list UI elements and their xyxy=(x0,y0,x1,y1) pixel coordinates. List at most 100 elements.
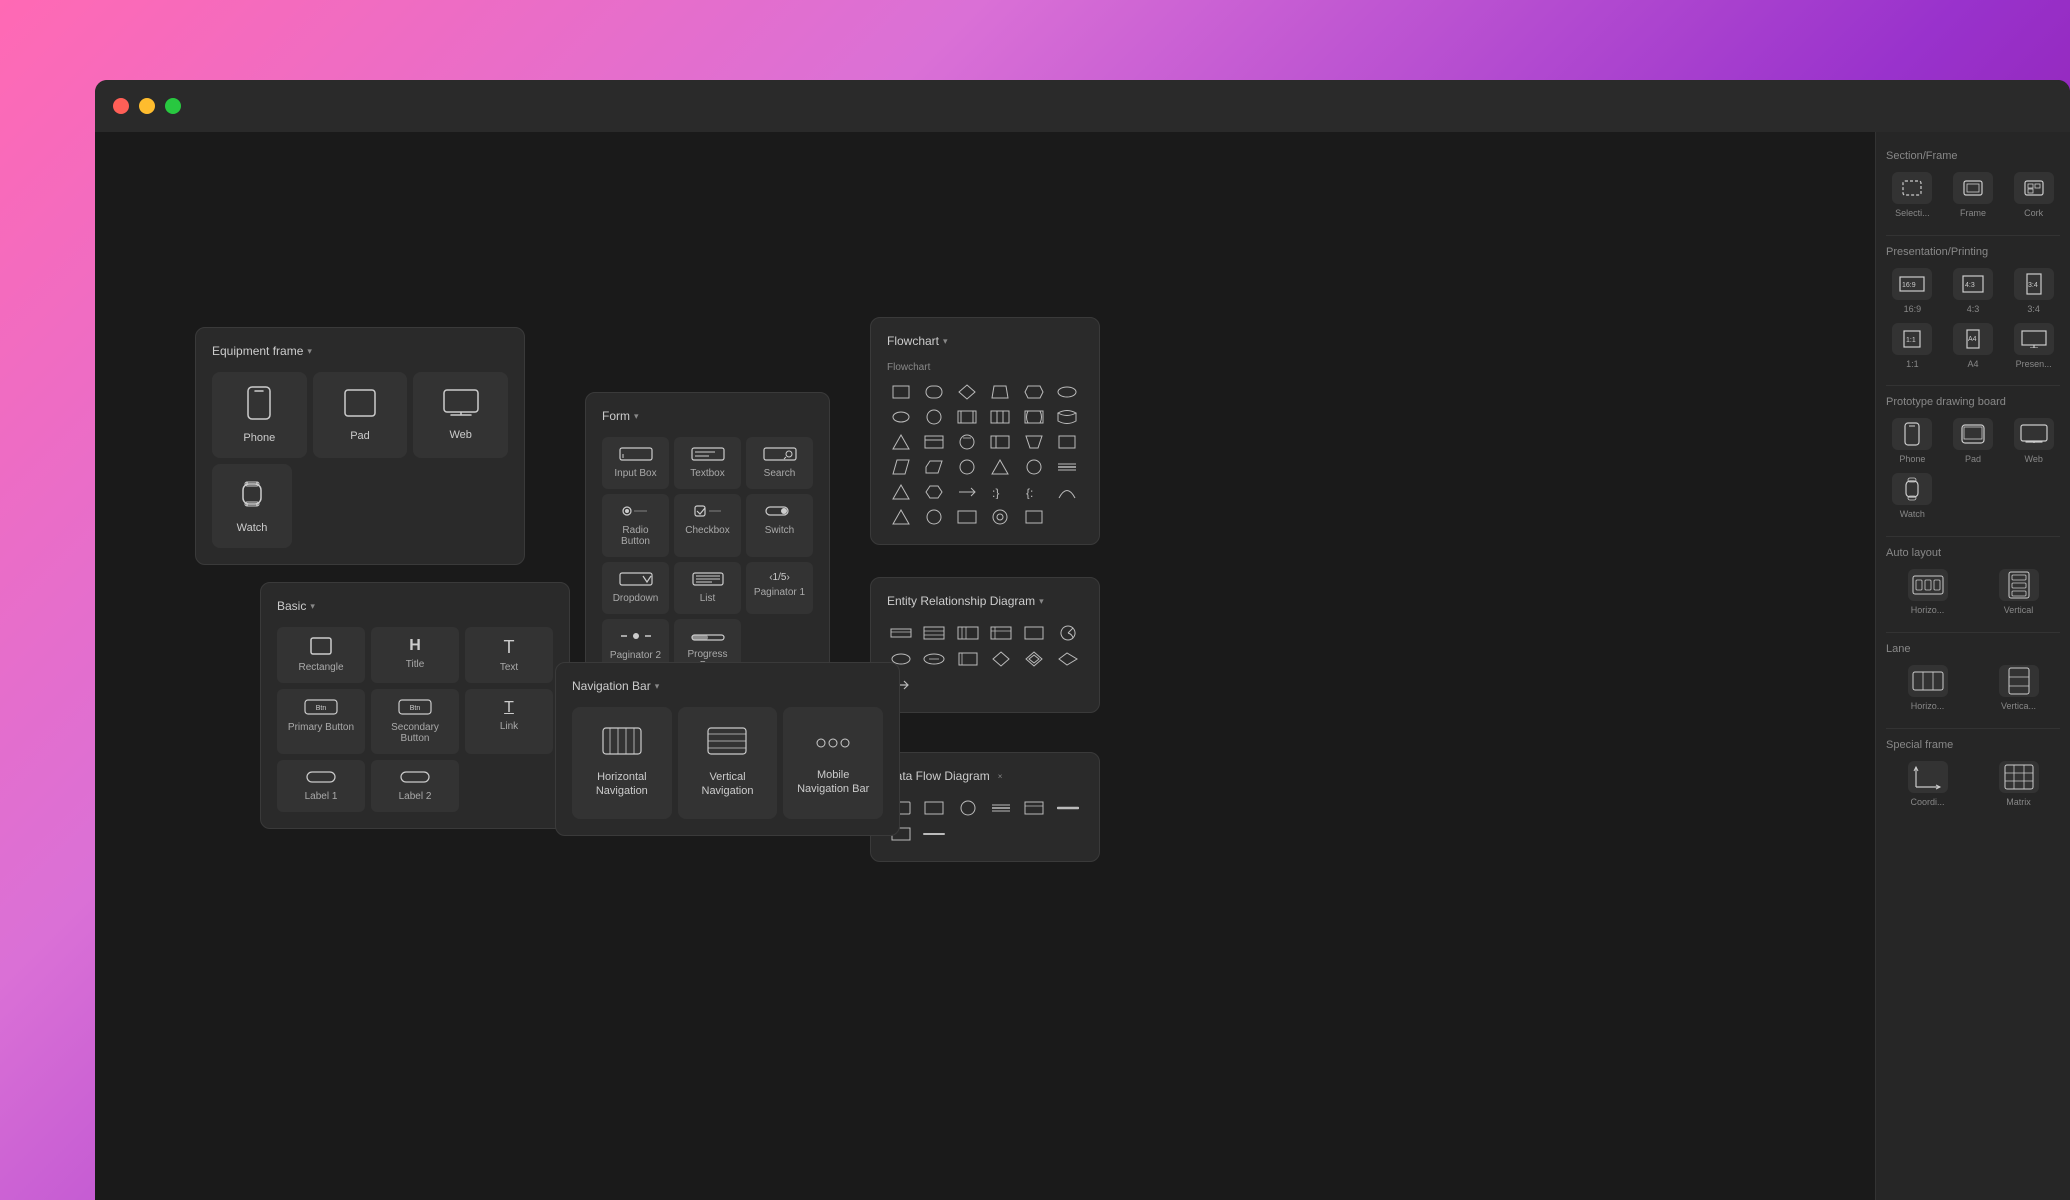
panel-cork[interactable]: Cork xyxy=(2007,172,2060,219)
fc-shape-32[interactable] xyxy=(920,506,948,528)
fc-shape-26[interactable] xyxy=(920,481,948,503)
fc-shape-15[interactable] xyxy=(953,431,981,453)
dfd-shape-2[interactable] xyxy=(920,797,948,819)
fc-shape-6[interactable] xyxy=(1053,381,1081,403)
panel-selection[interactable]: Selecti... xyxy=(1886,172,1939,219)
dfd-shape-4[interactable] xyxy=(987,797,1015,819)
dfd-shape-5[interactable] xyxy=(1020,797,1048,819)
basic-label2[interactable]: Label 2 xyxy=(371,760,459,812)
form-input-box[interactable]: Input Box xyxy=(602,437,669,489)
fc-shape-5[interactable] xyxy=(1020,381,1048,403)
close-button[interactable] xyxy=(113,98,129,114)
fc-shape-13[interactable] xyxy=(887,431,915,453)
erd-shape-2[interactable] xyxy=(920,622,948,644)
fc-shape-31[interactable] xyxy=(887,506,915,528)
fc-shape-29[interactable]: {: xyxy=(1020,481,1048,503)
fc-shape-11[interactable] xyxy=(1020,406,1048,428)
fc-shape-4[interactable] xyxy=(986,381,1014,403)
equipment-watch[interactable]: Watch xyxy=(212,464,292,548)
equipment-pad[interactable]: Pad xyxy=(313,372,408,458)
fc-shape-23[interactable] xyxy=(1020,456,1048,478)
fc-shape-12[interactable] xyxy=(1053,406,1081,428)
erd-shape-1[interactable] xyxy=(887,622,915,644)
fc-shape-27[interactable] xyxy=(953,481,981,503)
form-radio-button[interactable]: Radio Button xyxy=(602,494,669,557)
erd-shape-5[interactable] xyxy=(1020,622,1048,644)
fc-shape-8[interactable] xyxy=(920,406,948,428)
erd-arrow[interactable]: ▾ xyxy=(1039,596,1044,607)
equipment-web[interactable]: Web xyxy=(413,372,508,458)
form-textbox[interactable]: Textbox xyxy=(674,437,741,489)
panel-proto-web[interactable]: Web xyxy=(2007,418,2060,465)
fc-shape-20[interactable] xyxy=(920,456,948,478)
panel-4-3[interactable]: 4:3 4:3 xyxy=(1947,268,2000,315)
fc-shape-24[interactable] xyxy=(1053,456,1081,478)
form-dropdown[interactable]: Dropdown xyxy=(602,562,669,614)
fc-shape-17[interactable] xyxy=(1020,431,1048,453)
panel-16-9[interactable]: 16:9 16:9 xyxy=(1886,268,1939,315)
dfd-shape-6[interactable] xyxy=(1054,797,1082,819)
panel-frame[interactable]: Frame xyxy=(1947,172,2000,219)
panel-proto-pad[interactable]: Pad xyxy=(1947,418,2000,465)
panel-vert-layout[interactable]: Vertical xyxy=(1977,569,2060,616)
basic-rectangle[interactable]: Rectangle xyxy=(277,627,365,683)
flowchart-arrow[interactable]: ▾ xyxy=(943,336,948,347)
basic-text[interactable]: T Text xyxy=(465,627,553,683)
fc-shape-36[interactable] xyxy=(1053,506,1081,528)
fc-shape-14[interactable] xyxy=(920,431,948,453)
basic-link[interactable]: T Link xyxy=(465,689,553,754)
dfd-shape-8[interactable] xyxy=(920,823,948,845)
basic-arrow[interactable]: ▾ xyxy=(310,601,315,612)
fc-shape-19[interactable] xyxy=(887,456,915,478)
form-switch[interactable]: Switch xyxy=(746,494,813,557)
form-paginator1[interactable]: ‹1/5› Paginator 1 xyxy=(746,562,813,614)
panel-matrix[interactable]: Matrix xyxy=(1977,761,2060,808)
basic-label1[interactable]: Label 1 xyxy=(277,760,365,812)
erd-shape-10[interactable] xyxy=(987,648,1015,670)
fc-shape-7[interactable] xyxy=(887,406,915,428)
form-search[interactable]: Search xyxy=(746,437,813,489)
fc-shape-1[interactable] xyxy=(887,381,915,403)
panel-1-1[interactable]: 1:1 1:1 xyxy=(1886,323,1939,370)
vertical-nav-item[interactable]: Vertical Navigation xyxy=(678,707,778,819)
fc-shape-28[interactable]: :} xyxy=(986,481,1014,503)
minimize-button[interactable] xyxy=(139,98,155,114)
basic-primary-button[interactable]: Btn Primary Button xyxy=(277,689,365,754)
equipment-frame-arrow[interactable]: ▾ xyxy=(307,346,312,357)
fc-shape-3[interactable] xyxy=(953,381,981,403)
panel-horiz-layout[interactable]: Horizo... xyxy=(1886,569,1969,616)
fc-shape-16[interactable] xyxy=(986,431,1014,453)
dfd-shape-3[interactable] xyxy=(954,797,982,819)
fc-shape-35[interactable] xyxy=(1020,506,1048,528)
fc-shape-22[interactable] xyxy=(986,456,1014,478)
erd-shape-4[interactable] xyxy=(987,622,1015,644)
nav-bar-arrow[interactable]: ▾ xyxy=(655,681,660,692)
fc-shape-18[interactable] xyxy=(1053,431,1081,453)
equipment-phone[interactable]: Phone xyxy=(212,372,307,458)
fc-shape-21[interactable] xyxy=(953,456,981,478)
panel-present[interactable]: Presen... xyxy=(2007,323,2060,370)
erd-shape-6[interactable] xyxy=(1054,622,1082,644)
panel-proto-phone[interactable]: Phone xyxy=(1886,418,1939,465)
erd-shape-3[interactable] xyxy=(954,622,982,644)
erd-shape-9[interactable] xyxy=(954,648,982,670)
erd-shape-8[interactable] xyxy=(920,648,948,670)
form-arrow[interactable]: ▾ xyxy=(634,411,639,422)
fc-shape-30[interactable] xyxy=(1053,481,1081,503)
fc-shape-34[interactable] xyxy=(986,506,1014,528)
mobile-nav-item[interactable]: Mobile Navigation Bar xyxy=(783,707,883,819)
erd-shape-12[interactable] xyxy=(1054,648,1082,670)
panel-lane-v[interactable]: Vertica... xyxy=(1977,665,2060,712)
horizontal-nav-item[interactable]: Horizontal Navigation xyxy=(572,707,672,819)
panel-lane-h[interactable]: Horizo... xyxy=(1886,665,1969,712)
panel-coord[interactable]: Coordi... xyxy=(1886,761,1969,808)
basic-title[interactable]: H Title xyxy=(371,627,459,683)
form-list[interactable]: List xyxy=(674,562,741,614)
fc-shape-33[interactable] xyxy=(953,506,981,528)
fc-shape-10[interactable] xyxy=(986,406,1014,428)
maximize-button[interactable] xyxy=(165,98,181,114)
fc-shape-9[interactable] xyxy=(953,406,981,428)
basic-secondary-button[interactable]: Btn Secondary Button xyxy=(371,689,459,754)
panel-3-4[interactable]: 3:4 3:4 xyxy=(2007,268,2060,315)
panel-proto-watch[interactable]: Watch xyxy=(1886,473,1939,520)
